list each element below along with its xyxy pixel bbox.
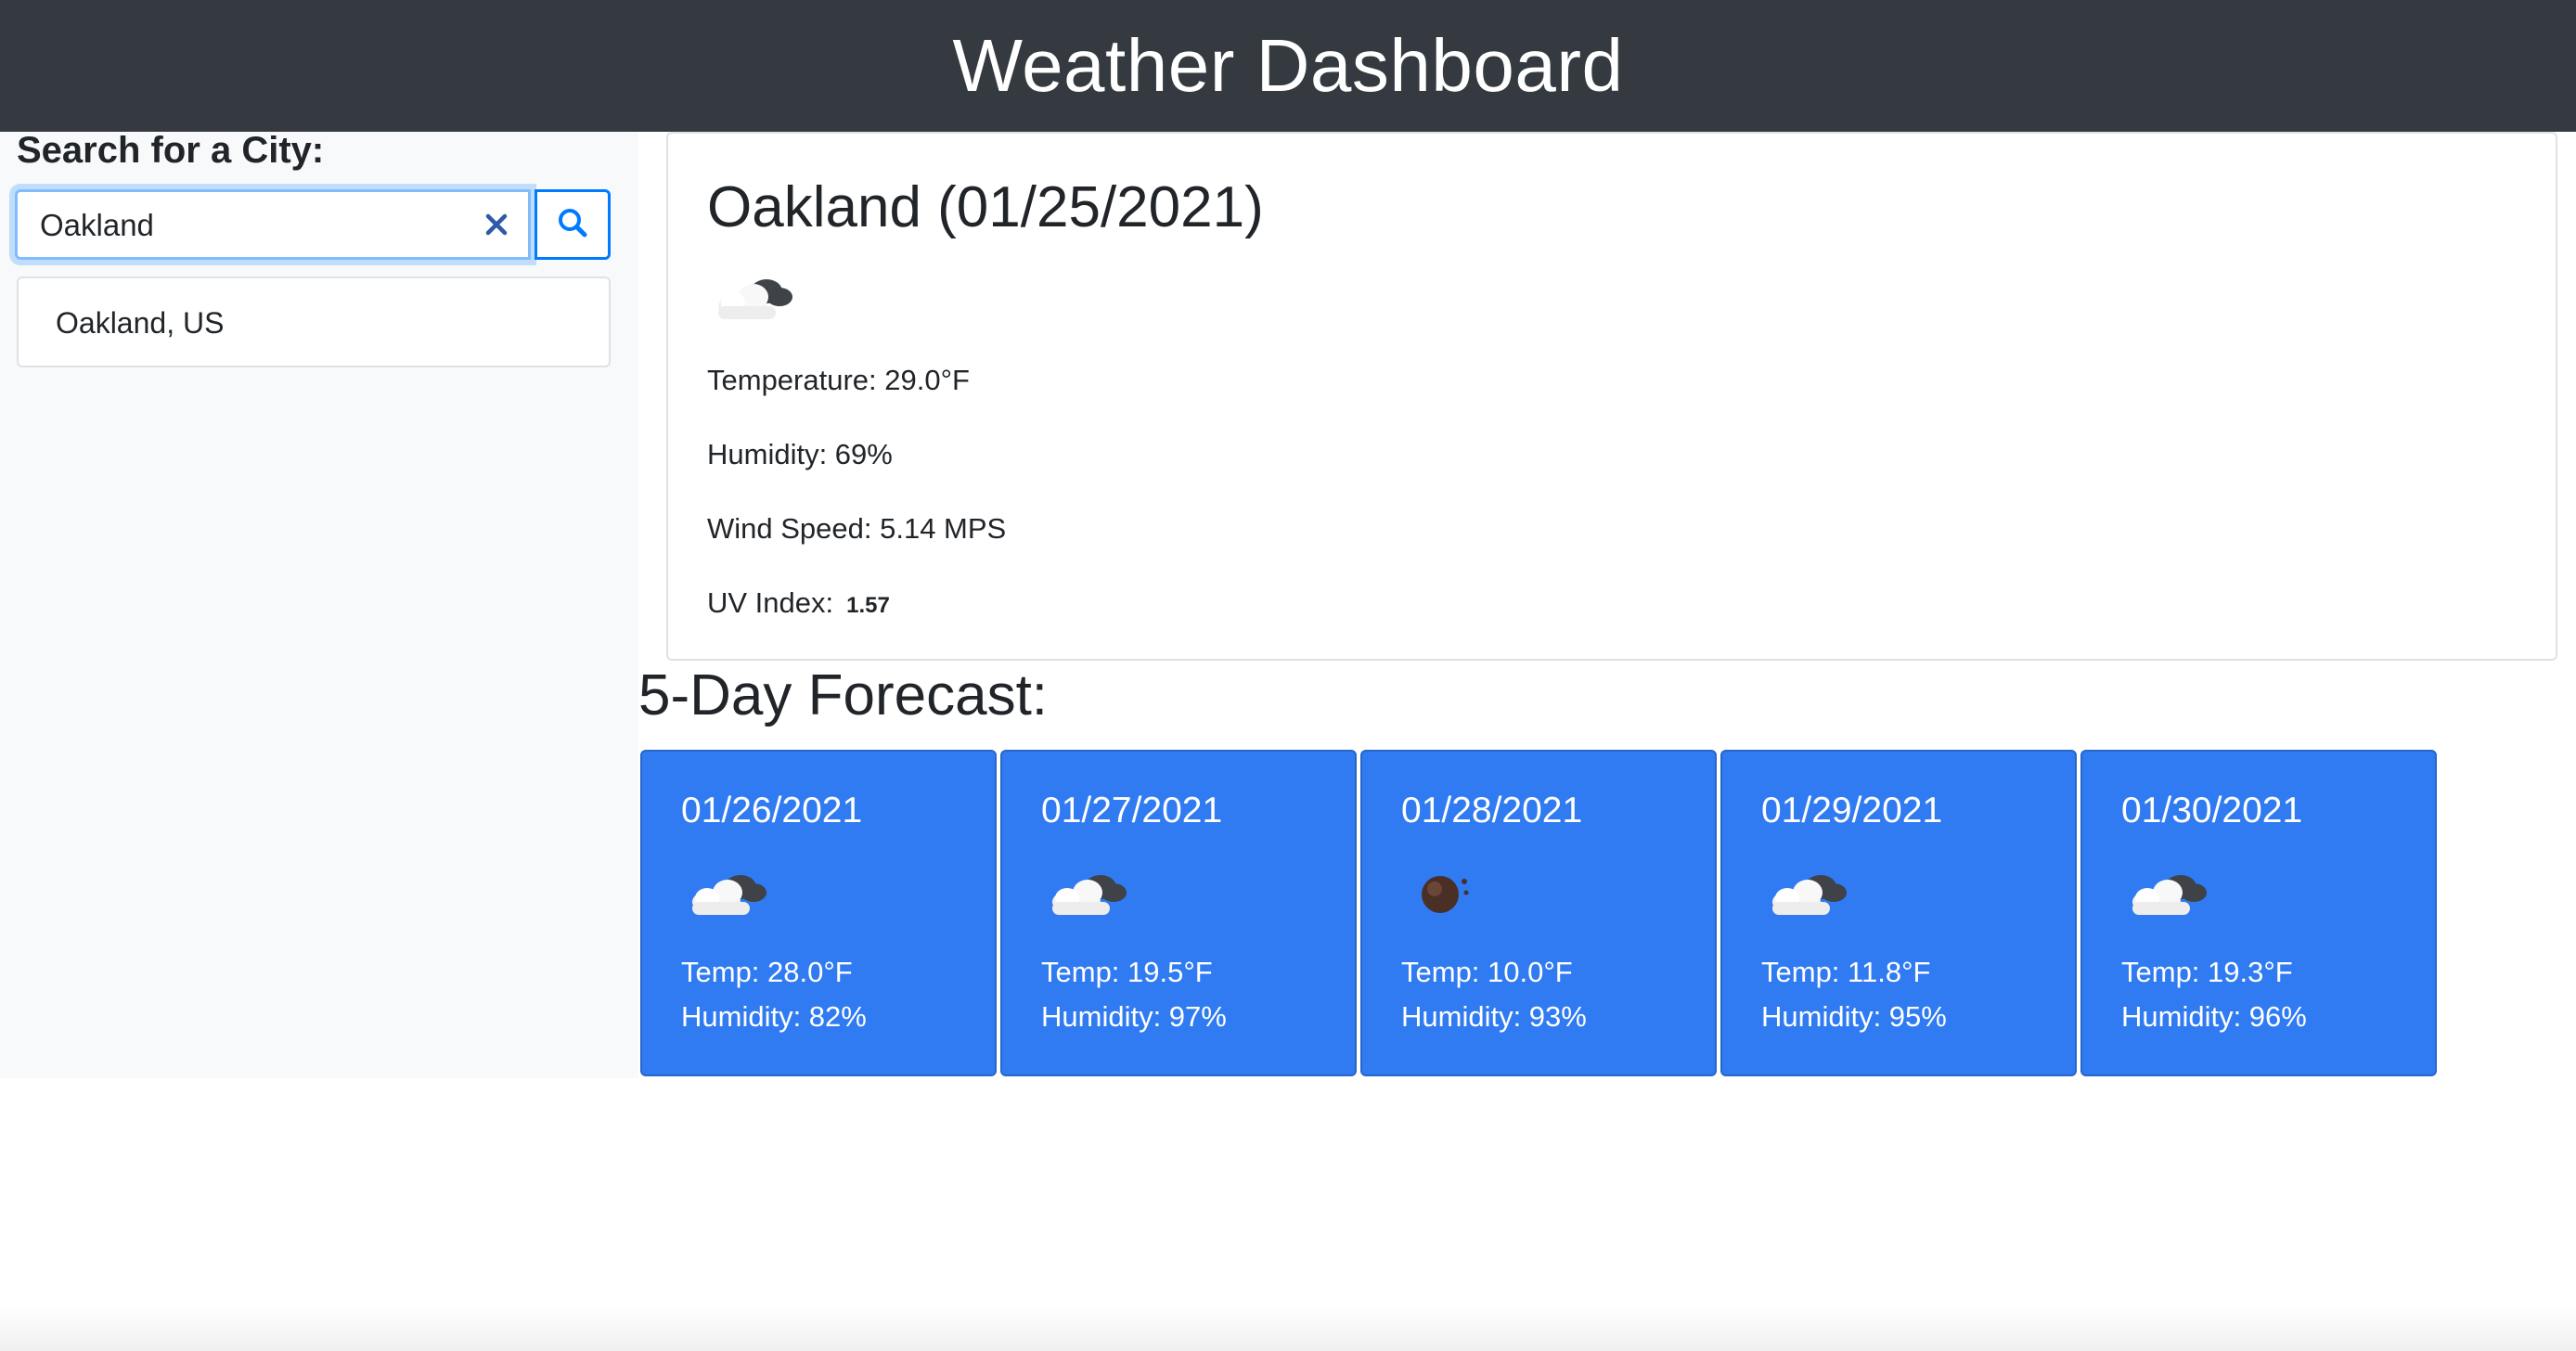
temperature-text: Temperature: 29.0°F bbox=[707, 364, 970, 396]
forecast-temp: Temp: 10.0°F bbox=[1401, 956, 1573, 988]
forecast-title: 5-Day Forecast: bbox=[638, 663, 1049, 727]
forecast-date: 01/30/2021 bbox=[2121, 791, 2303, 830]
cloudy-icon bbox=[1767, 867, 1850, 927]
city-date-title: Oakland (01/25/2021) bbox=[707, 175, 1264, 239]
forecast-temp: Temp: 19.3°F bbox=[2121, 956, 2293, 988]
wind-speed-text: Wind Speed: 5.14 MPS bbox=[707, 512, 1007, 545]
uv-index-label: UV Index: bbox=[707, 586, 834, 619]
forecast-date: 01/26/2021 bbox=[681, 791, 863, 830]
page-bottom-shadow bbox=[0, 1305, 2576, 1351]
forecast-date: 01/28/2021 bbox=[1401, 791, 1583, 830]
forecast-date: 01/29/2021 bbox=[1761, 791, 1943, 830]
forecast-card: 01/27/2021 Temp: 19.5°F Humidity: 97% bbox=[1000, 750, 1357, 1076]
app-header: Weather Dashboard bbox=[0, 0, 2576, 132]
forecast-card: 01/26/2021 Temp: 28.0°F Humidity: 82% bbox=[640, 750, 997, 1076]
forecast-humidity: Humidity: 95% bbox=[1761, 1000, 1947, 1033]
forecast-card: 01/29/2021 Temp: 11.8°F Humidity: 95% bbox=[1720, 750, 2077, 1076]
clear-icon[interactable] bbox=[478, 203, 515, 246]
search-button[interactable] bbox=[535, 189, 611, 260]
forecast-temp: Temp: 11.8°F bbox=[1761, 956, 1931, 988]
suggestion-item[interactable]: Oakland, US bbox=[56, 306, 224, 341]
forecast-date: 01/27/2021 bbox=[1041, 791, 1223, 830]
search-icon bbox=[557, 207, 588, 243]
search-input[interactable] bbox=[38, 201, 450, 250]
rain-icon bbox=[1407, 867, 1490, 927]
forecast-humidity: Humidity: 96% bbox=[2121, 1000, 2307, 1033]
forecast-temp: Temp: 19.5°F bbox=[1041, 956, 1213, 988]
forecast-temp: Temp: 28.0°F bbox=[681, 956, 853, 988]
cloudy-icon bbox=[2127, 867, 2210, 927]
forecast-humidity: Humidity: 82% bbox=[681, 1000, 867, 1033]
search-label: Search for a City: bbox=[17, 130, 325, 171]
cloudy-icon bbox=[687, 867, 770, 927]
forecast-card: 01/28/2021 Temp: 10.0°F Humidity: 93% bbox=[1360, 750, 1717, 1076]
cloudy-icon bbox=[1047, 867, 1130, 927]
city-suggestion-list: Oakland, US bbox=[17, 277, 611, 367]
cloudy-icon bbox=[713, 271, 796, 331]
search-field[interactable] bbox=[15, 189, 531, 260]
forecast-humidity: Humidity: 97% bbox=[1041, 1000, 1227, 1033]
forecast-humidity: Humidity: 93% bbox=[1401, 1000, 1587, 1033]
uv-index-value: 1.57 bbox=[846, 593, 890, 618]
humidity-text: Humidity: 69% bbox=[707, 438, 893, 470]
forecast-card: 01/30/2021 Temp: 19.3°F Humidity: 96% bbox=[2080, 750, 2437, 1076]
current-weather-card: Oakland (01/25/2021) Temperature: 29.0°F… bbox=[666, 132, 2557, 661]
uv-index-row: UV Index: 1.57 bbox=[707, 586, 890, 620]
page-title: Weather Dashboard bbox=[952, 24, 1624, 107]
search-sidebar bbox=[0, 132, 638, 1078]
